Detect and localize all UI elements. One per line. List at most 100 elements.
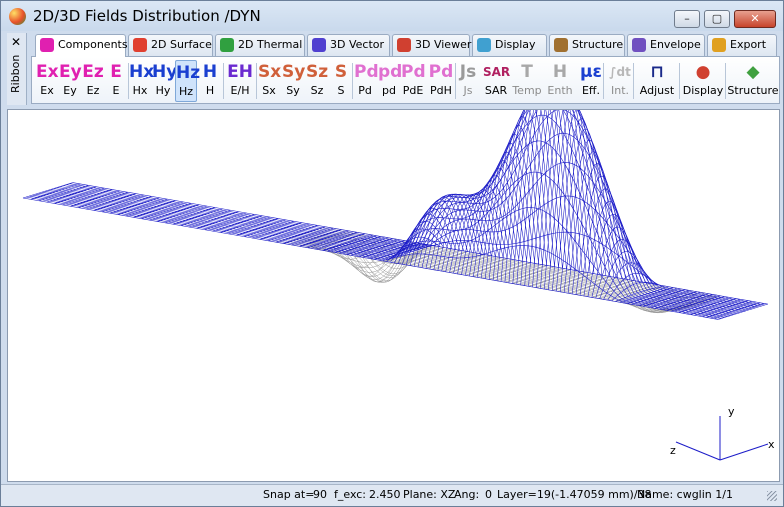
tab-icon — [397, 38, 411, 52]
tab-label: 3D Viewer — [415, 38, 472, 51]
status-bar: Snap at= 90 f_exc: 2.450 Plane: XZ Ang: … — [1, 484, 783, 506]
tool-icon: pd — [378, 62, 403, 82]
axis-label-x: x — [768, 438, 775, 451]
tool-pd-button[interactable]: pd pd — [378, 60, 403, 102]
tool-label: Temp — [512, 84, 542, 97]
tool-icon: S — [334, 62, 348, 82]
tool-hx-button[interactable]: Hx Hx — [129, 60, 155, 102]
tool-sar-button[interactable]: SAR SAR — [483, 60, 510, 102]
tool-sx-button[interactable]: Sx Sx — [258, 60, 282, 102]
fexc-label: f_exc: — [334, 488, 367, 501]
application-window: 2D/3D Fields Distribution /DYN – ▢ ✕ ✕ R… — [0, 0, 784, 507]
tool-eff--button[interactable]: με Eff. — [578, 60, 604, 102]
ribbon-side-label: Ribbon — [9, 54, 22, 93]
layer-readout: Layer=19(-1.47059 mm)/38 — [497, 488, 652, 501]
tool-icon: Pd — [428, 62, 454, 82]
tool-label: E/H — [230, 84, 250, 97]
tool-icon: E — [110, 62, 122, 82]
tool-pd-button[interactable]: Pd Pd — [354, 60, 379, 102]
tool-label: PdH — [430, 84, 452, 97]
tool-pdh-button[interactable]: Pd PdH — [428, 60, 454, 102]
ribbon-close-icon[interactable]: ✕ — [11, 35, 21, 49]
tab-envelope[interactable]: Envelope — [627, 34, 705, 56]
tool-label: SAR — [484, 84, 508, 97]
tool-icon: ◆ — [746, 62, 760, 82]
tool-icon: με — [580, 62, 602, 82]
tool-icon: ● — [695, 62, 711, 82]
tool-s-button[interactable]: SS — [330, 60, 352, 102]
tab-icon — [40, 38, 54, 52]
tool-hz-button[interactable]: Hz Hz — [175, 60, 201, 102]
tab-icon — [220, 38, 234, 52]
tab-label: 3D Vector — [330, 38, 385, 51]
tool-icon: Hz — [176, 63, 201, 83]
tab-2d-thermal[interactable]: 2D Thermal — [215, 34, 305, 56]
toolbar-separator — [725, 63, 726, 99]
tool-structure-button[interactable]: ◆ Structure — [727, 60, 779, 102]
title-bar[interactable]: 2D/3D Fields Distribution /DYN – ▢ ✕ — [1, 1, 783, 31]
tool-label: Sz — [310, 84, 324, 97]
tab-icon — [133, 38, 147, 52]
tab-icon — [632, 38, 646, 52]
tool-label: Hy — [155, 84, 171, 97]
tab-3d-viewer[interactable]: 3D Viewer — [392, 34, 472, 56]
maximize-button[interactable]: ▢ — [704, 10, 730, 28]
minimize-button[interactable]: – — [674, 10, 700, 28]
tab-label: Components — [58, 38, 128, 51]
tool-label: E — [112, 84, 120, 97]
tool-h-button[interactable]: HH — [199, 60, 221, 102]
tab-2d-surface[interactable]: 2D Surface — [128, 34, 213, 56]
tool-label: Ey — [63, 84, 77, 97]
tab-display[interactable]: Display — [472, 34, 547, 56]
tool-icon: Sz — [306, 62, 329, 82]
toolbar-separator — [455, 63, 456, 99]
tool-icon: Ex — [36, 62, 59, 82]
tab-icon — [312, 38, 326, 52]
tab-icon — [712, 38, 726, 52]
tab-structure[interactable]: Structure — [549, 34, 625, 56]
toolbar-separator — [603, 63, 604, 99]
tool-js-button[interactable]: Js Js — [457, 60, 479, 102]
resize-grip-icon[interactable] — [767, 491, 777, 501]
tool-display-button[interactable]: ● Display — [682, 60, 724, 102]
toolbar-separator — [223, 63, 224, 99]
field-surface-line — [369, 231, 765, 306]
tab-export[interactable]: Export — [707, 34, 777, 56]
tool-pde-button[interactable]: Pd PdE — [401, 60, 426, 102]
ang-label: Ang: — [454, 488, 480, 501]
tool-label: H — [205, 84, 215, 97]
tool-adjust-button[interactable]: ⊓ Adjust — [636, 60, 678, 102]
tool-ex-button[interactable]: Ex Ex — [36, 60, 59, 102]
tool-int--button[interactable]: ∫dt Int. — [606, 60, 634, 102]
tool-sz-button[interactable]: Sz Sz — [306, 60, 328, 102]
tool-icon: T — [521, 62, 533, 82]
field-mesh-plot[interactable]: x y z — [8, 78, 779, 481]
tool-icon: H — [552, 62, 568, 82]
tab-components[interactable]: Components — [35, 34, 128, 57]
tool-label: Sy — [286, 84, 300, 97]
tool-icon: Ez — [82, 62, 104, 82]
field-3d-view[interactable]: x y z — [7, 78, 780, 482]
tab-label: Envelope — [650, 38, 701, 51]
axis-x-line — [719, 443, 769, 461]
tool-ez-button[interactable]: Ez Ez — [82, 60, 104, 102]
tool-hy-button[interactable]: Hy Hy — [152, 60, 177, 102]
tool-label: Eff. — [581, 84, 601, 97]
field-surface-line — [360, 132, 756, 309]
tab-3d-vector[interactable]: 3D Vector — [307, 34, 390, 56]
tool-label: Sx — [262, 84, 276, 97]
tool-icon: Hx — [129, 62, 155, 82]
close-button[interactable]: ✕ — [734, 10, 776, 28]
toolbar-separator — [679, 63, 680, 99]
tool-sy-button[interactable]: Sy Sy — [282, 60, 305, 102]
tool-ey-button[interactable]: Ey Ey — [59, 60, 82, 102]
tool-label: Display — [682, 84, 724, 97]
toolbar-separator — [633, 63, 634, 99]
tool-e-button[interactable]: EE — [105, 60, 127, 102]
tool-label: Enth — [547, 84, 573, 97]
tool-enth-button[interactable]: H Enth — [545, 60, 575, 102]
tool-icon: Sx — [258, 62, 282, 82]
toolbar-separator — [256, 63, 257, 99]
tool-temp-button[interactable]: T Temp — [511, 60, 543, 102]
tool-e-h-button[interactable]: EH E/H — [225, 60, 255, 102]
